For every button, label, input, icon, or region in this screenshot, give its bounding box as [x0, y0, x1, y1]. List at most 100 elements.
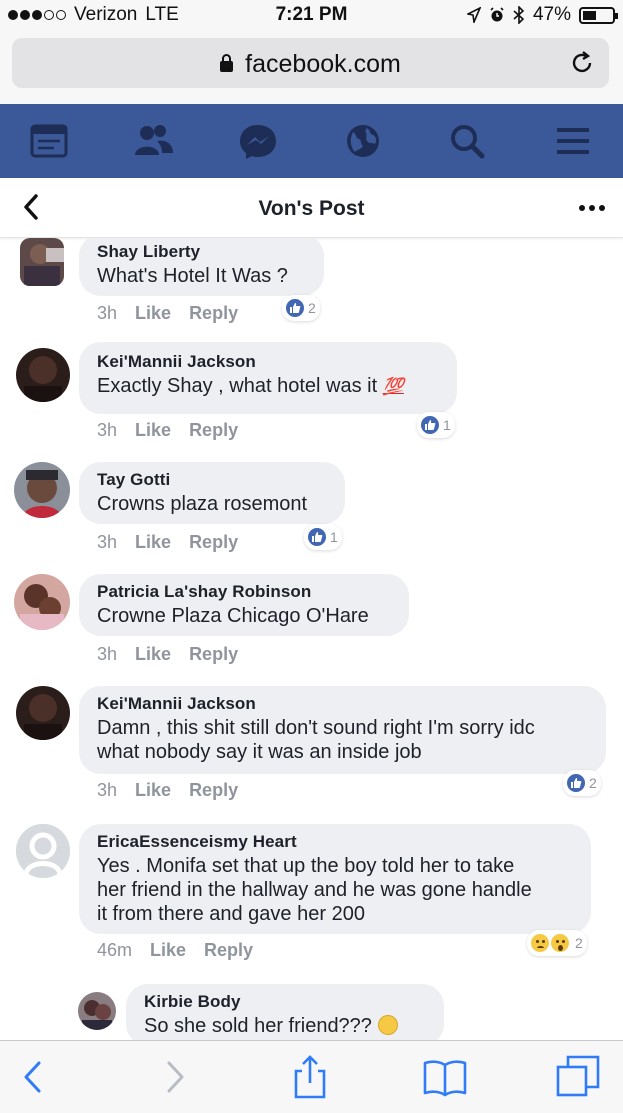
thumbs-up-icon — [284, 297, 306, 319]
comment-author[interactable]: EricaEssenceismy Heart — [97, 832, 575, 852]
reaction-count: 1 — [443, 417, 451, 433]
comment-text-body: Exactly Shay , what hotel was it — [97, 375, 378, 397]
reaction-count: 2 — [575, 935, 583, 951]
comment-text: Yes . Monifa set that up the boy told he… — [97, 854, 575, 926]
reaction-summary[interactable]: 2 — [527, 930, 587, 956]
facebook-nav-bar — [0, 104, 623, 178]
comment-bubble: Kirbie Body So she sold her friend??? — [126, 984, 444, 1040]
share-icon[interactable] — [288, 1055, 332, 1099]
comment-actions: 3h Like Reply — [97, 780, 238, 801]
comment-text: Damn , this shit still don't sound right… — [97, 716, 590, 764]
comment-text-line: what nobody say it was an inside job — [97, 741, 422, 763]
comment-author[interactable]: Tay Gotti — [97, 470, 329, 490]
news-feed-icon[interactable] — [29, 122, 69, 160]
forward-icon[interactable] — [152, 1055, 196, 1099]
comments-list: Shay Liberty What's Hotel It Was ? 3h Li… — [0, 238, 623, 1040]
hundred-points-emoji: 💯 — [382, 377, 404, 396]
reaction-summary[interactable]: 1 — [417, 412, 455, 438]
avatar[interactable] — [16, 348, 70, 402]
comment-time[interactable]: 3h — [97, 303, 117, 324]
browser-bottom-toolbar — [0, 1040, 623, 1113]
avatar[interactable] — [20, 238, 64, 286]
page-title: Von's Post — [258, 197, 365, 220]
like-link[interactable]: Like — [135, 780, 171, 801]
like-link[interactable]: Like — [135, 420, 171, 441]
reload-icon[interactable] — [569, 50, 595, 76]
comment-text-line: Yes . Monifa set that up the boy told he… — [97, 855, 515, 877]
default-avatar-icon[interactable] — [16, 824, 70, 878]
comment-time[interactable]: 46m — [97, 940, 132, 961]
worried-face-emoji-icon — [377, 1015, 398, 1035]
bookmarks-icon[interactable] — [423, 1055, 467, 1099]
reaction-count: 1 — [330, 529, 338, 545]
avatar[interactable] — [14, 574, 70, 630]
like-link[interactable]: Like — [135, 303, 171, 324]
comment-text-line: Damn , this shit still don't sound right… — [97, 717, 535, 739]
avatar[interactable] — [16, 686, 70, 740]
screen: Verizon LTE 7:21 PM 47% facebook.com Von… — [0, 0, 623, 1113]
comment-author[interactable]: Patricia La'shay Robinson — [97, 582, 393, 602]
address-bar[interactable]: facebook.com — [12, 38, 609, 88]
comment-text: Exactly Shay , what hotel was it 💯 — [97, 374, 441, 399]
comment-actions: 3h Like Reply — [97, 420, 238, 441]
reaction-summary[interactable]: 1 — [304, 524, 342, 550]
menu-icon[interactable] — [553, 122, 593, 160]
comment-actions: 46m Like Reply — [97, 940, 253, 961]
tabs-icon[interactable] — [556, 1055, 600, 1099]
comment-actions: 3h Like Reply — [97, 532, 238, 553]
alarm-icon — [490, 7, 504, 22]
comment-author[interactable]: Kei'Mannii Jackson — [97, 694, 590, 714]
reaction-summary[interactable]: 2 — [282, 295, 320, 321]
comment-bubble: Shay Liberty What's Hotel It Was ? — [79, 238, 324, 296]
reply-link[interactable]: Reply — [204, 940, 253, 961]
comment-bubble: EricaEssenceismy Heart Yes . Monifa set … — [79, 824, 591, 934]
status-icons: 47% — [466, 4, 618, 26]
reply-link[interactable]: Reply — [189, 420, 238, 441]
comment-bubble: Tay Gotti Crowns plaza rosemont — [79, 462, 345, 524]
like-link[interactable]: Like — [150, 940, 186, 961]
reply-link[interactable]: Reply — [189, 780, 238, 801]
comment-text: What's Hotel It Was ? — [97, 265, 288, 287]
thumbs-up-icon — [565, 772, 587, 794]
thumbs-up-icon — [419, 414, 441, 436]
avatar[interactable] — [14, 462, 70, 518]
back-icon[interactable] — [12, 1055, 56, 1099]
status-bar: Verizon LTE 7:21 PM 47% — [0, 0, 623, 32]
messenger-icon[interactable] — [238, 122, 278, 160]
comment-text: So she sold her friend??? — [144, 1014, 428, 1038]
location-arrow-icon — [466, 7, 481, 23]
reply-link[interactable]: Reply — [189, 303, 238, 324]
comment-text: Crowns plaza rosemont — [97, 493, 308, 515]
comment-actions: 3h Like Reply — [97, 303, 238, 324]
reaction-count: 2 — [589, 775, 597, 791]
comment-author[interactable]: Shay Liberty — [97, 242, 308, 262]
friends-icon[interactable] — [133, 122, 173, 160]
avatar[interactable] — [78, 992, 116, 1030]
reply-link[interactable]: Reply — [189, 644, 238, 665]
comment-time[interactable]: 3h — [97, 780, 117, 801]
reaction-count: 2 — [308, 300, 316, 316]
comment-time[interactable]: 3h — [97, 644, 117, 665]
reply-link[interactable]: Reply — [189, 532, 238, 553]
comment-text-body: So she sold her friend??? — [144, 1015, 372, 1037]
comment-text: Crowne Plaza Chicago O'Hare — [97, 605, 369, 627]
comment-author[interactable]: Kei'Mannii Jackson — [97, 352, 441, 372]
url-display[interactable]: facebook.com — [12, 50, 609, 79]
comment-bubble: Kei'Mannii Jackson Damn , this shit stil… — [79, 686, 606, 774]
globe-icon[interactable] — [343, 122, 383, 160]
comment-time[interactable]: 3h — [97, 420, 117, 441]
comment-actions: 3h Like Reply — [97, 644, 238, 665]
comment-text-line: her friend in the hallway and he was gon… — [97, 879, 532, 901]
comment-author[interactable]: Kirbie Body — [144, 992, 428, 1012]
more-options-icon[interactable] — [579, 205, 605, 211]
browser-toolbar: facebook.com — [0, 32, 623, 104]
url-text: facebook.com — [245, 50, 401, 78]
post-header: Von's Post — [0, 178, 623, 238]
reaction-summary[interactable]: 2 — [563, 770, 601, 796]
like-link[interactable]: Like — [135, 532, 171, 553]
search-icon[interactable] — [447, 122, 487, 160]
comment-bubble: Patricia La'shay Robinson Crowne Plaza C… — [79, 574, 409, 636]
comment-time[interactable]: 3h — [97, 532, 117, 553]
bluetooth-icon — [513, 6, 525, 24]
like-link[interactable]: Like — [135, 644, 171, 665]
